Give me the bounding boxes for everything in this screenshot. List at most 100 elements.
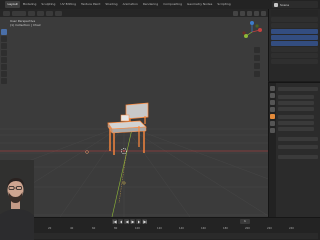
outliner-row[interactable]	[271, 47, 318, 52]
play-icon[interactable]	[130, 219, 135, 224]
xray-toggle[interactable]	[240, 10, 245, 16]
property-field[interactable]	[278, 145, 318, 149]
3d-viewport[interactable]: User Perspective (1) Collection | Chair	[0, 17, 268, 217]
viewport-info: User Perspective (1) Collection | Chair	[10, 19, 41, 27]
measure-tool[interactable]	[1, 78, 7, 84]
cursor-tool[interactable]	[1, 36, 7, 42]
editor-type-button[interactable]	[3, 10, 10, 16]
tab-texture-paint[interactable]: Texture Paint	[79, 1, 103, 8]
properties-tabs	[269, 83, 276, 218]
scale-tool[interactable]	[1, 57, 7, 63]
frame-tick: 80	[114, 227, 118, 230]
modifier-tab-icon[interactable]	[270, 121, 275, 126]
current-frame-field[interactable]: 1	[240, 219, 250, 224]
frame-tick: 120	[157, 227, 162, 230]
floor-grid	[0, 124, 268, 217]
timeline-panel: 1 0 20 40 60 80 100 120 140 160 180 200 …	[0, 217, 320, 240]
object-menu[interactable]	[55, 10, 62, 16]
tab-animation[interactable]: Animation	[120, 1, 140, 8]
property-field[interactable]	[278, 121, 314, 125]
jump-start-icon[interactable]	[112, 219, 117, 224]
frame-tick: 200	[245, 227, 250, 230]
tab-compositing[interactable]: Compositing	[161, 1, 185, 8]
ortho-toggle-button[interactable]	[254, 71, 260, 77]
property-field[interactable]	[278, 137, 318, 141]
property-field[interactable]	[278, 115, 314, 119]
frame-tick: 220	[267, 227, 272, 230]
next-key-icon[interactable]	[136, 219, 141, 224]
view-menu[interactable]	[28, 10, 35, 16]
tab-uv-editing[interactable]: UV Editing	[58, 1, 79, 8]
scene-label: Scene	[280, 2, 290, 7]
timeline-track[interactable]	[28, 233, 318, 239]
shading-solid-button[interactable]	[247, 10, 252, 16]
outliner-row-selected[interactable]	[271, 41, 318, 46]
property-field[interactable]	[278, 155, 318, 159]
transform-tool[interactable]	[1, 64, 7, 70]
shading-rendered-button[interactable]	[261, 10, 266, 16]
outliner-row-selected[interactable]	[271, 29, 318, 34]
tool-tab-icon[interactable]	[270, 86, 275, 91]
object-tab-icon[interactable]	[270, 114, 275, 119]
overlay-toggle[interactable]	[233, 10, 238, 16]
pan-button[interactable]	[254, 55, 260, 61]
frame-tick: 160	[201, 227, 206, 230]
timeline-ruler[interactable]: 0 20 40 60 80 100 120 140 160 180 200 22…	[28, 227, 318, 232]
scene-selector[interactable]: Scene	[272, 1, 318, 8]
tab-geometry-nodes[interactable]: Geometry Nodes	[185, 1, 215, 8]
frame-tick: 180	[223, 227, 228, 230]
select-menu[interactable]	[37, 10, 44, 16]
zoom-button[interactable]	[254, 47, 260, 53]
frame-tick: 240	[289, 227, 294, 230]
workspace-bar: Layout Modeling Sculpting UV Editing Tex…	[0, 0, 320, 9]
frame-tick: 140	[179, 227, 184, 230]
output-tab-icon[interactable]	[270, 100, 275, 105]
presenter-video	[0, 160, 34, 240]
tab-layout[interactable]: Layout	[5, 1, 21, 8]
rotate-tool[interactable]	[1, 50, 7, 56]
property-field[interactable]	[278, 95, 314, 99]
shading-material-button[interactable]	[254, 10, 259, 16]
move-tool[interactable]	[1, 43, 7, 49]
properties-panel	[268, 82, 320, 218]
y-axis	[111, 128, 133, 217]
outliner-row[interactable]	[271, 17, 318, 22]
navigation-gizmo-icon[interactable]	[240, 20, 264, 44]
viewport-canvas	[0, 102, 268, 217]
tab-sculpting[interactable]: Sculpting	[39, 1, 58, 8]
frame-tick: 60	[92, 227, 96, 230]
playback-controls	[112, 219, 147, 224]
tab-scripting[interactable]: Scripting	[215, 1, 233, 8]
outliner-row[interactable]	[271, 23, 318, 28]
mode-select[interactable]	[12, 10, 26, 16]
workspace-tabs: Layout Modeling Sculpting UV Editing Tex…	[0, 0, 233, 9]
viewport-nav-buttons	[254, 47, 260, 77]
tab-shading[interactable]: Shading	[103, 1, 120, 8]
tab-modeling[interactable]: Modeling	[20, 1, 39, 8]
outliner-panel	[268, 9, 320, 81]
active-collection: (1) Collection | Chair	[10, 23, 41, 27]
select-tool[interactable]	[1, 29, 7, 35]
frame-tick: 100	[135, 227, 140, 230]
frame-tick: 20	[48, 227, 52, 230]
outliner-row[interactable]	[271, 53, 318, 58]
add-menu[interactable]	[46, 10, 53, 16]
annotate-tool[interactable]	[1, 71, 7, 77]
camera-view-button[interactable]	[254, 63, 260, 69]
jump-end-icon[interactable]	[142, 219, 147, 224]
render-tab-icon[interactable]	[270, 93, 275, 98]
property-field[interactable]	[278, 127, 314, 131]
scene-tab-icon[interactable]	[270, 107, 275, 112]
prev-key-icon[interactable]	[118, 219, 123, 224]
property-field[interactable]	[278, 101, 314, 105]
material-tab-icon[interactable]	[270, 128, 275, 133]
property-field[interactable]	[278, 87, 318, 91]
outliner-row-selected[interactable]	[271, 35, 318, 40]
light-direction	[118, 154, 127, 204]
tab-rendering[interactable]: Rendering	[140, 1, 160, 8]
play-reverse-icon[interactable]	[124, 219, 129, 224]
property-field[interactable]	[278, 107, 314, 111]
outliner-row[interactable]	[271, 59, 318, 64]
viewport-header-right	[233, 10, 268, 16]
outliner-header	[271, 10, 318, 16]
